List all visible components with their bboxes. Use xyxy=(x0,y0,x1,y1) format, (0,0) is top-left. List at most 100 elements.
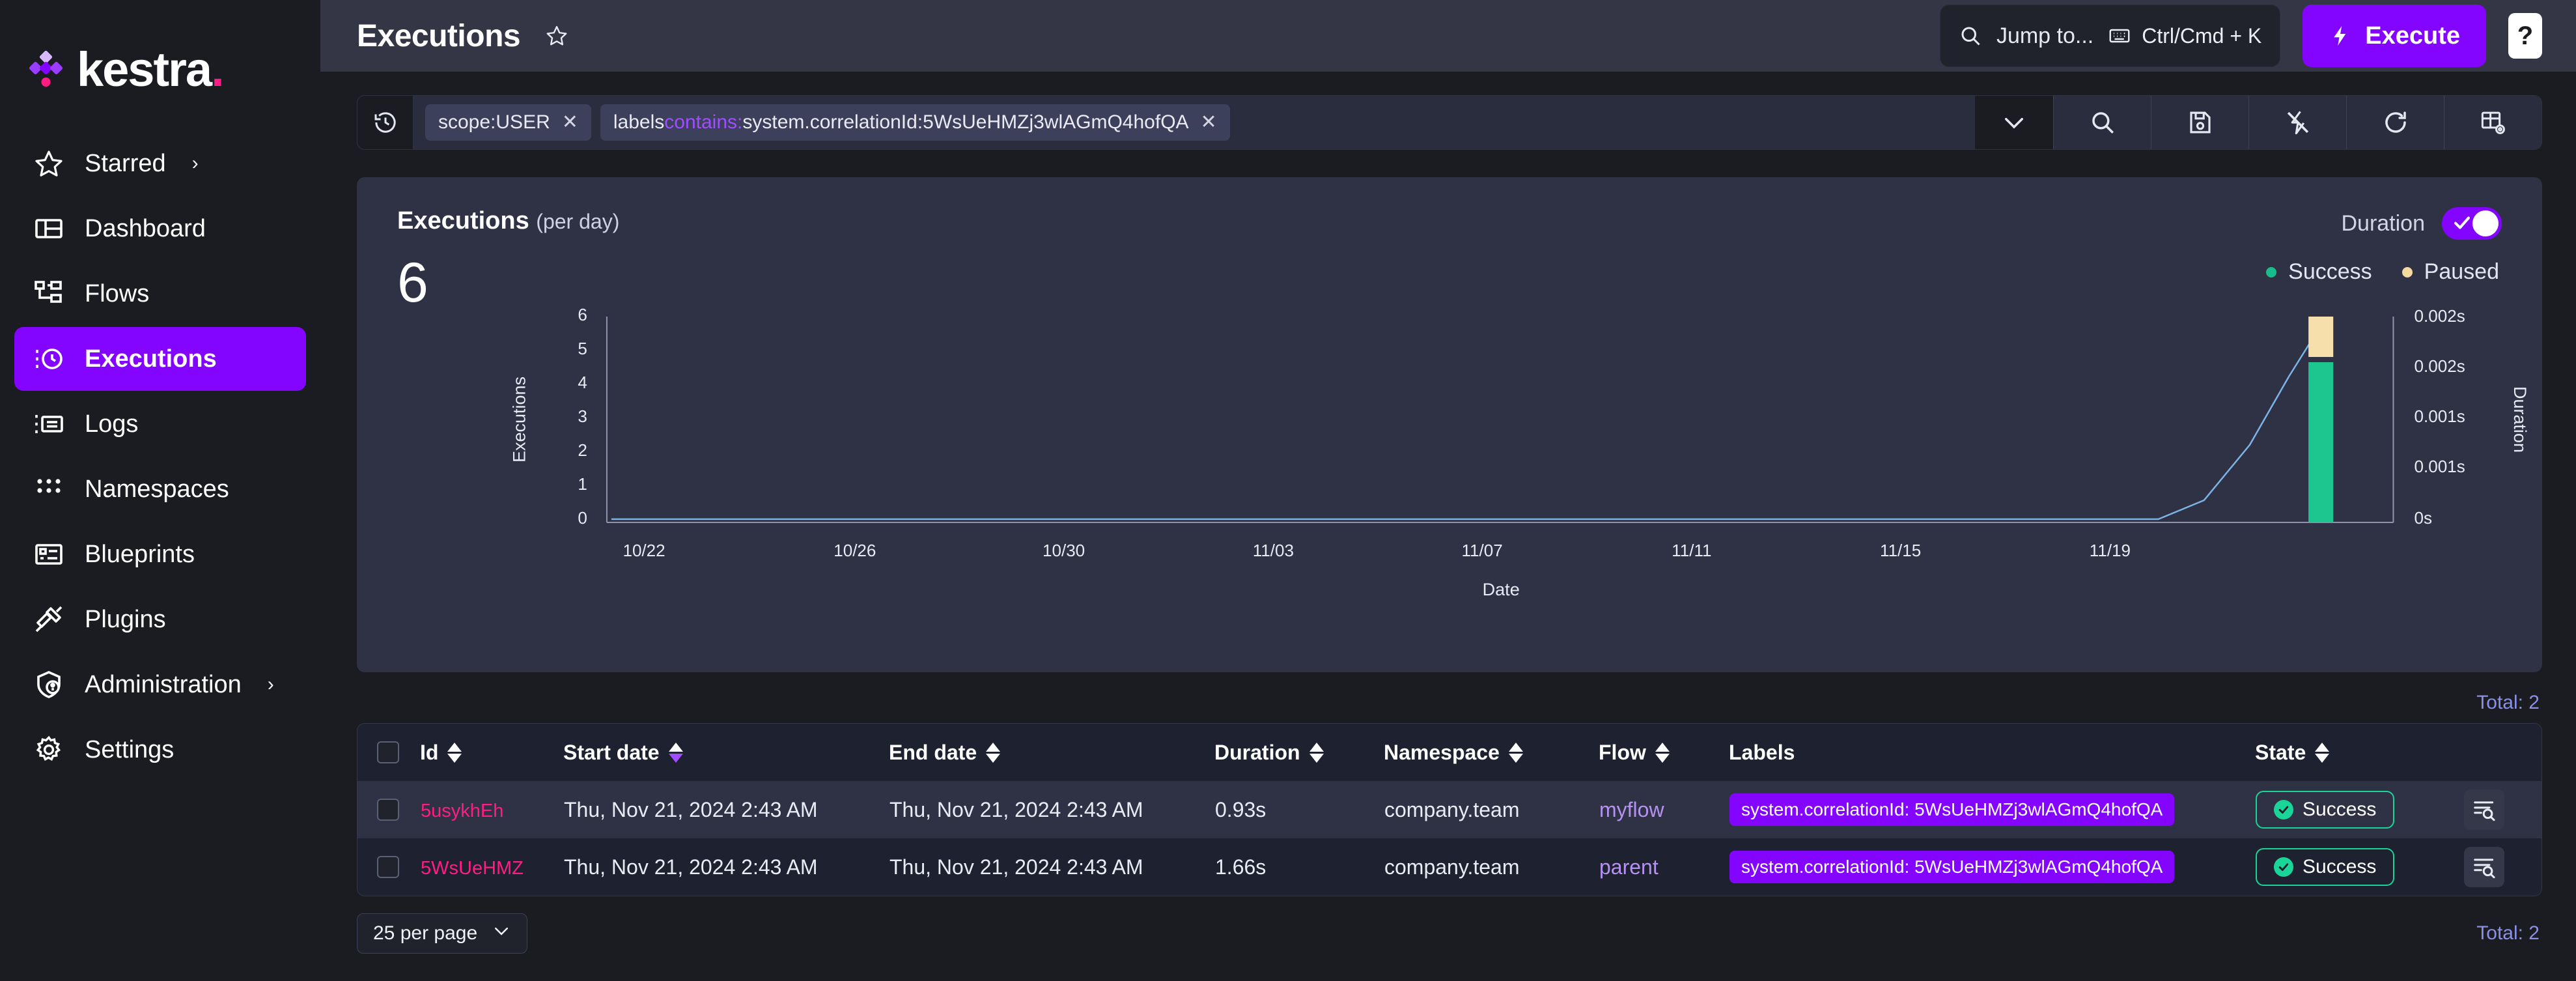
brand-name: kestra. xyxy=(77,46,223,94)
svg-text:11/03: 11/03 xyxy=(1253,541,1294,560)
chart-title-main: Executions xyxy=(397,207,529,235)
legend-item-success[interactable]: Success xyxy=(2266,259,2372,285)
row-checkbox[interactable] xyxy=(377,856,399,878)
expand-filters-button[interactable] xyxy=(1975,96,2053,149)
cell-flow: parent xyxy=(1599,838,1729,896)
main-content: Executions Jump to... Ctrl/Cmd + K xyxy=(320,0,2576,981)
sidebar-item-plugins[interactable]: Plugins xyxy=(14,588,306,651)
sidebar-item-logs[interactable]: Logs xyxy=(14,392,306,456)
close-icon[interactable]: ✕ xyxy=(1201,113,1217,132)
refresh-button[interactable] xyxy=(2346,96,2444,149)
sidebar-item-dashboard[interactable]: Dashboard xyxy=(14,197,306,261)
cell-start-date: Thu, Nov 21, 2024 2:43 AM xyxy=(563,838,889,896)
svg-text:Duration: Duration xyxy=(2510,386,2530,453)
svg-text:11/07: 11/07 xyxy=(1461,541,1502,560)
sidebar-item-namespaces[interactable]: Namespaces xyxy=(14,457,306,521)
cell-namespace: company.team xyxy=(1384,838,1599,896)
th-label: End date xyxy=(889,741,977,765)
executions-icon xyxy=(33,343,65,375)
sidebar-item-label: Logs xyxy=(85,410,138,438)
svg-text:10/22: 10/22 xyxy=(623,541,665,560)
plugins-icon xyxy=(33,603,65,636)
sidebar-item-settings[interactable]: Settings xyxy=(14,718,306,782)
cell-state: Success xyxy=(2255,781,2463,838)
log-search-icon[interactable] xyxy=(2464,847,2504,887)
filter-chip-value: system.correlationId:5WsUeHMZj3wlAGmQ4ho… xyxy=(742,111,1188,133)
clock-history-icon[interactable] xyxy=(357,96,413,149)
th-id[interactable]: Id xyxy=(420,724,563,781)
cell-end-date: Thu, Nov 21, 2024 2:43 AM xyxy=(889,838,1214,896)
executions-table: Id Start date End date Duration Namespac xyxy=(357,723,2542,896)
search-input[interactable]: Jump to... Ctrl/Cmd + K xyxy=(1940,5,2280,67)
th-labels: Labels xyxy=(1729,724,2255,781)
select-all-checkbox[interactable] xyxy=(377,741,399,763)
execution-id-link[interactable]: 5WsUeHMZ xyxy=(421,858,524,879)
execution-id-link[interactable]: 5usykhEh xyxy=(421,801,503,821)
sort-icon[interactable] xyxy=(1509,743,1523,763)
sidebar-item-label: Settings xyxy=(85,736,174,764)
th-state[interactable]: State xyxy=(2255,724,2463,781)
svg-text:11/11: 11/11 xyxy=(1672,541,1711,560)
th-flow[interactable]: Flow xyxy=(1599,724,1729,781)
svg-text:0.002s: 0.002s xyxy=(2415,306,2465,326)
status-badge-label: Success xyxy=(2303,856,2376,878)
execute-button[interactable]: Execute xyxy=(2303,5,2486,67)
autorefresh-off-button[interactable] xyxy=(2248,96,2346,149)
table-settings-button[interactable] xyxy=(2444,96,2541,149)
duration-toggle[interactable] xyxy=(2442,207,2502,240)
svg-text:Executions: Executions xyxy=(510,377,529,462)
search-button[interactable] xyxy=(2053,96,2151,149)
filter-chip-labels[interactable]: labelscontains:system.correlationId:5WsU… xyxy=(600,104,1230,141)
legend-label: Success xyxy=(2288,259,2372,285)
svg-text:4: 4 xyxy=(578,373,587,392)
filter-chip-operator: contains: xyxy=(664,111,742,133)
table-row[interactable]: 5usykhEh Thu, Nov 21, 2024 2:43 AM Thu, … xyxy=(357,781,2541,838)
sidebar-item-executions[interactable]: Executions xyxy=(14,327,306,391)
sort-icon[interactable] xyxy=(669,743,683,763)
sort-icon[interactable] xyxy=(986,743,1000,763)
cell-namespace: company.team xyxy=(1384,781,1599,838)
filter-chip-text: labelscontains:system.correlationId:5WsU… xyxy=(613,111,1189,134)
sort-icon[interactable] xyxy=(1309,743,1324,763)
th-namespace[interactable]: Namespace xyxy=(1384,724,1599,781)
star-outline-icon[interactable] xyxy=(541,20,572,51)
chart-legend: Success Paused xyxy=(2266,259,2502,285)
filter-chip-scope[interactable]: scope:USER ✕ xyxy=(425,104,591,141)
brand-logo[interactable]: kestra. xyxy=(0,34,320,106)
flow-link[interactable]: parent xyxy=(1599,855,1659,879)
flow-link[interactable]: myflow xyxy=(1599,798,1664,821)
check-icon xyxy=(2452,213,2472,233)
label-badge[interactable]: system.correlationId: 5WsUeHMZj3wlAGmQ4h… xyxy=(1729,793,2174,826)
chart-total-value: 6 xyxy=(397,255,619,311)
svg-text:5: 5 xyxy=(578,339,587,358)
table-footer: 25 per page Total: 2 xyxy=(320,896,2576,954)
legend-dot-icon xyxy=(2266,267,2276,277)
executions-chart-card: Executions (per day) 6 Duration xyxy=(357,177,2542,672)
sort-icon[interactable] xyxy=(2315,743,2329,763)
chevron-right-icon: › xyxy=(268,675,274,694)
filter-chip-field: labels xyxy=(613,111,664,133)
help-button[interactable]: ? xyxy=(2508,13,2542,59)
close-icon[interactable]: ✕ xyxy=(562,113,578,132)
sidebar-item-blueprints[interactable]: Blueprints xyxy=(14,522,306,586)
sort-icon[interactable] xyxy=(1655,743,1670,763)
sidebar-item-administration[interactable]: Administration › xyxy=(14,653,306,717)
table-row[interactable]: 5WsUeHMZ Thu, Nov 21, 2024 2:43 AM Thu, … xyxy=(357,838,2541,896)
cell-select xyxy=(357,838,420,896)
search-placeholder: Jump to... xyxy=(1996,23,2093,49)
sort-icon[interactable] xyxy=(447,743,462,763)
th-start-date[interactable]: Start date xyxy=(563,724,889,781)
save-filter-button[interactable] xyxy=(2151,96,2248,149)
per-page-select[interactable]: 25 per page xyxy=(357,913,527,954)
log-search-icon[interactable] xyxy=(2464,789,2504,830)
label-badge[interactable]: system.correlationId: 5WsUeHMZj3wlAGmQ4h… xyxy=(1729,851,2174,883)
sidebar-item-starred[interactable]: Starred › xyxy=(14,132,306,195)
row-checkbox[interactable] xyxy=(377,799,399,821)
cell-labels: system.correlationId: 5WsUeHMZj3wlAGmQ4h… xyxy=(1729,781,2255,838)
th-duration[interactable]: Duration xyxy=(1214,724,1384,781)
legend-item-paused[interactable]: Paused xyxy=(2402,259,2499,285)
th-end-date[interactable]: End date xyxy=(889,724,1214,781)
sidebar-item-flows[interactable]: Flows xyxy=(14,262,306,326)
cell-duration: 0.93s xyxy=(1214,781,1384,838)
svg-text:0.001s: 0.001s xyxy=(2415,406,2465,426)
